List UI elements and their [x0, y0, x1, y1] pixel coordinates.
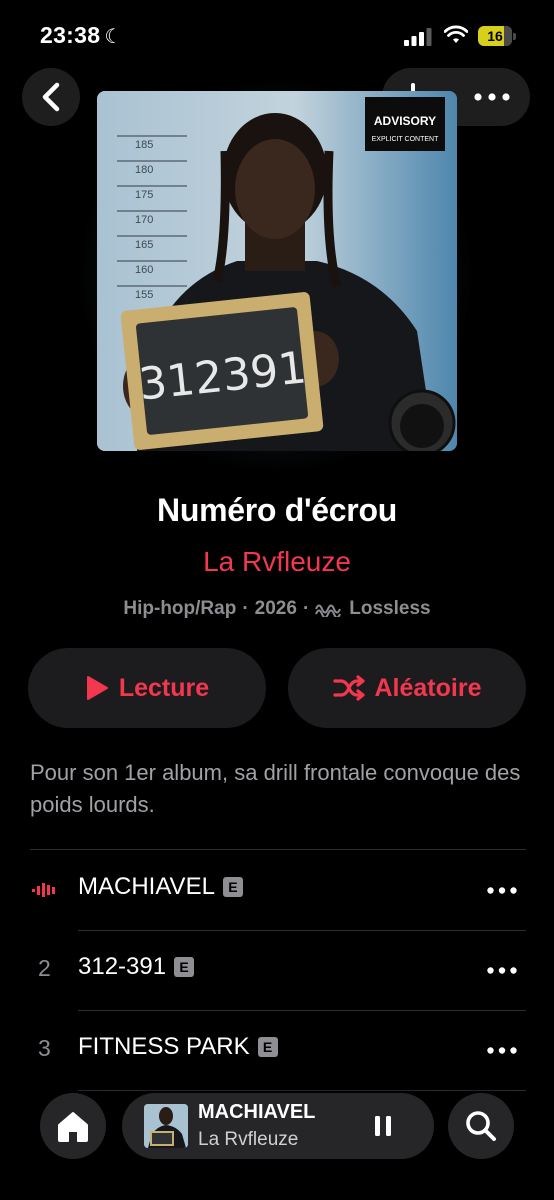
home-tab-button[interactable]	[40, 1093, 106, 1159]
pause-icon	[375, 1116, 391, 1136]
shuffle-button-label: Aléatoire	[374, 673, 482, 702]
album-description[interactable]: Pour son 1er album, sa drill frontale co…	[30, 757, 530, 821]
track-more-button[interactable]	[480, 873, 524, 907]
mini-player-title: MACHIAVEL	[198, 1101, 316, 1123]
cellular-signal-icon	[404, 28, 432, 46]
explicit-badge: E	[174, 957, 195, 977]
home-icon	[58, 1112, 88, 1142]
track-row[interactable]: MACHIAVEL E	[0, 851, 554, 931]
ellipsis-icon	[487, 966, 517, 974]
mini-player[interactable]: MACHIAVEL La Rvfleuze	[122, 1093, 434, 1159]
meta-separator: ·	[242, 598, 249, 619]
battery-icon: 16	[478, 26, 516, 46]
artwork-illustration: 185 180 175 170 165 160 155 312391 ADVIS…	[97, 91, 457, 451]
quality-text: Lossless	[349, 598, 431, 619]
play-button-label: Lecture	[118, 673, 210, 702]
track-title: FITNESS PARK E	[78, 1033, 278, 1061]
moon-icon: ☾	[104, 26, 123, 48]
year-text: 2026	[254, 598, 297, 619]
ellipsis-icon	[487, 1046, 517, 1054]
album-artwork[interactable]: 185 180 175 170 165 160 155 312391 ADVIS…	[97, 91, 457, 451]
status-time: 23:38 ☾	[40, 22, 123, 49]
height-mark: 155	[135, 289, 153, 301]
track-more-button[interactable]	[480, 1033, 524, 1067]
play-icon	[86, 676, 108, 700]
meta-separator: ·	[302, 598, 310, 619]
track-number: 2	[38, 955, 51, 981]
height-mark: 160	[135, 264, 153, 276]
divider	[30, 849, 526, 850]
track-row[interactable]: 3 FITNESS PARK E	[0, 1011, 554, 1091]
track-title-text: FITNESS PARK	[78, 1033, 250, 1060]
equalizer-icon	[32, 883, 55, 897]
mini-player-artist: La Rvfleuze	[198, 1129, 299, 1150]
track-number: 3	[38, 1035, 51, 1061]
mini-player-artwork	[144, 1104, 188, 1148]
track-title: MACHIAVEL E	[78, 873, 243, 901]
explicit-badge: E	[222, 877, 243, 897]
ellipsis-icon	[487, 886, 517, 894]
height-mark: 175	[135, 189, 153, 201]
explicit-badge: E	[257, 1037, 278, 1057]
wifi-icon	[444, 25, 468, 43]
height-mark: 165	[135, 239, 153, 251]
shuffle-icon	[332, 675, 365, 701]
track-title: 312-391 E	[78, 953, 195, 981]
explicit-content-text: EXPLICIT CONTENT	[372, 136, 439, 143]
advisory-text: ADVISORY	[374, 114, 436, 128]
battery-level: 16	[487, 28, 503, 44]
shuffle-button[interactable]: Aléatoire	[288, 648, 526, 728]
status-bar: 23:38 ☾ 16	[0, 0, 554, 70]
genre-text: Hip-hop/Rap	[123, 598, 237, 619]
track-title-text: 312-391	[78, 953, 167, 980]
chevron-left-icon	[42, 82, 60, 112]
artist-link[interactable]: La Rvfleuze	[0, 546, 554, 578]
track-more-button[interactable]	[480, 953, 524, 987]
height-mark: 180	[135, 164, 153, 176]
height-mark: 170	[135, 214, 153, 226]
divider	[78, 1090, 526, 1091]
back-button[interactable]	[22, 68, 80, 126]
album-title: Numéro d'écrou	[157, 492, 397, 528]
clock-text: 23:38	[40, 22, 101, 48]
search-icon	[466, 1111, 496, 1141]
lossless-icon	[315, 601, 343, 617]
ellipsis-icon	[474, 93, 510, 101]
search-tab-button[interactable]	[448, 1093, 514, 1159]
pause-button[interactable]	[366, 1110, 400, 1142]
album-metadata: Hip-hop/Rap · 2026 · Lossless	[0, 598, 554, 620]
track-row[interactable]: 2 312-391 E	[0, 931, 554, 1011]
play-button[interactable]: Lecture	[28, 648, 266, 728]
track-title-text: MACHIAVEL	[78, 873, 215, 900]
height-mark: 185	[135, 139, 153, 151]
